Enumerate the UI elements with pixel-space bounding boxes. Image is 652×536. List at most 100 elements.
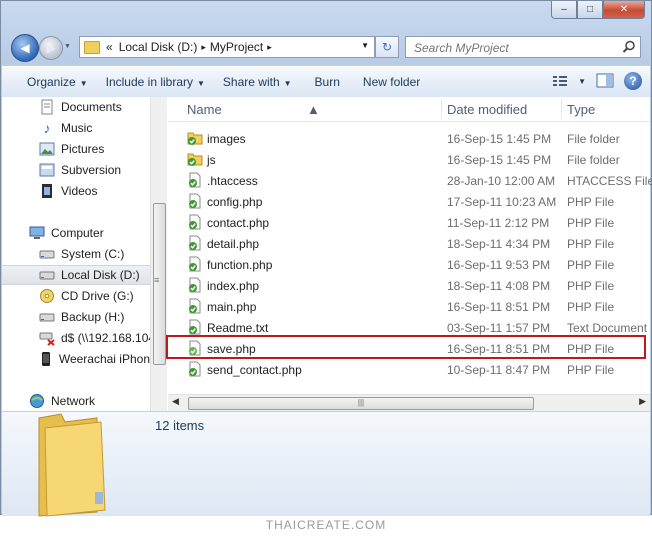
file-name[interactable]: index.php (207, 279, 259, 293)
network-drive-icon (39, 330, 55, 346)
minimize-button[interactable]: – (551, 1, 577, 19)
search-icon[interactable] (622, 40, 636, 57)
navigation-scrollbar[interactable]: ≡ (150, 97, 167, 411)
scroll-left-icon[interactable]: ◀ (172, 396, 179, 407)
file-name[interactable]: images (207, 132, 246, 146)
videos-icon (39, 183, 55, 199)
scrollbar-thumb[interactable]: ||| (188, 397, 534, 410)
file-svn-icon (187, 256, 203, 272)
search-input[interactable] (412, 38, 626, 58)
column-divider[interactable] (441, 99, 442, 119)
file-list: ▲ Name Date modified Type images 16-Sep-1… (166, 97, 652, 411)
drive-icon (39, 246, 55, 262)
scroll-right-icon[interactable]: ▶ (639, 396, 646, 407)
sidebar-item-documents[interactable]: Documents (2, 97, 150, 117)
sidebar-item-cd-drive-g[interactable]: CD Drive (G:) (2, 286, 150, 306)
scrollbar-grip-icon: ≡ (154, 275, 160, 285)
table-row[interactable]: images 16-Sep-15 1:45 PM File folder (168, 128, 650, 149)
highlight-box (166, 335, 646, 359)
sidebar-item-backup-h[interactable]: Backup (H:) (2, 307, 150, 327)
include-in-library-button[interactable]: Include in library ▼ (97, 75, 214, 89)
maximize-button[interactable]: □ (577, 1, 603, 19)
horizontal-scrollbar[interactable]: ◀ ||| ▶ (168, 394, 650, 411)
sidebar-item-videos[interactable]: Videos (2, 181, 150, 201)
sidebar-item-system-c[interactable]: System (C:) (2, 244, 150, 264)
file-date: 16-Sep-11 8:51 PM (447, 299, 551, 314)
table-row[interactable]: send_contact.php 10-Sep-11 8:47 PM PHP Fil… (168, 359, 650, 380)
column-divider[interactable] (561, 99, 562, 119)
table-row[interactable]: index.php 18-Sep-11 4:08 PM PHP File (168, 275, 650, 296)
file-name[interactable]: contact.php (207, 216, 269, 230)
file-name[interactable]: send_contact.php (207, 363, 302, 377)
address-separator[interactable]: ▸ (201, 42, 206, 53)
address-segment-drive[interactable]: Local Disk (D:) (119, 40, 198, 54)
address-separator[interactable]: ▸ (267, 42, 272, 53)
address-overflow[interactable]: « (106, 40, 113, 54)
file-name[interactable]: js (207, 153, 216, 167)
file-type: PHP File (567, 257, 615, 272)
file-name[interactable]: Readme.txt (207, 321, 268, 335)
sidebar-item-local-disk-d[interactable]: Local Disk (D:) (2, 265, 150, 285)
column-header-date[interactable]: Date modified (447, 102, 527, 117)
recent-pages-dropdown[interactable]: ▼ (64, 43, 71, 50)
file-date: 18-Sep-11 4:34 PM (447, 236, 551, 251)
file-date: 10-Sep-11 8:47 PM (447, 362, 551, 377)
sidebar-item-music[interactable]: ♪ Music (2, 118, 150, 138)
search-box[interactable] (405, 36, 641, 58)
file-name[interactable]: .htaccess (207, 174, 258, 188)
address-segment-folder[interactable]: MyProject (210, 40, 263, 54)
chevron-down-icon[interactable]: ▼ (361, 41, 369, 50)
sidebar-item-network-drive[interactable]: d$ (\\192.168.104 (2, 328, 150, 348)
share-with-button[interactable]: Share with ▼ (214, 75, 301, 89)
file-svn-icon (187, 193, 203, 209)
column-header-type[interactable]: Type (567, 102, 595, 117)
view-options-icon[interactable] (552, 74, 568, 88)
drive-icon (39, 309, 55, 325)
folder-svn-icon (187, 130, 203, 146)
table-row[interactable]: contact.php 11-Sep-11 2:12 PM PHP File (168, 212, 650, 233)
subversion-icon (39, 162, 55, 178)
sidebar-item-pictures[interactable]: Pictures (2, 139, 150, 159)
table-row[interactable]: .htaccess 28-Jan-10 12:00 AM HTACCESS File (168, 170, 652, 191)
file-svn-icon (187, 172, 203, 188)
table-row[interactable]: js 16-Sep-15 1:45 PM File folder (168, 149, 650, 170)
refresh-button[interactable]: ↻ (375, 36, 399, 58)
forward-button[interactable]: ▶ (39, 36, 63, 60)
table-row[interactable]: config.php 17-Sep-11 10:23 AM PHP File (168, 191, 650, 212)
share-with-label: Share with (222, 75, 280, 89)
details-pane: 12 items (2, 411, 650, 517)
chevron-down-icon[interactable]: ▼ (578, 77, 586, 86)
table-row[interactable]: detail.php 18-Sep-11 4:34 PM PHP File (168, 233, 650, 254)
file-svn-icon (187, 235, 203, 251)
file-type: File folder (567, 152, 620, 167)
file-name[interactable]: config.php (207, 195, 262, 209)
help-button[interactable]: ? (624, 72, 642, 90)
new-folder-button[interactable]: New folder (349, 75, 429, 89)
column-header-name[interactable]: Name (187, 102, 222, 117)
burn-button[interactable]: Burn (301, 75, 349, 89)
back-button[interactable]: ◀ (11, 34, 39, 62)
computer-icon (29, 225, 45, 241)
file-name[interactable]: detail.php (207, 237, 259, 251)
sidebar-item-subversion[interactable]: Subversion (2, 160, 150, 180)
sidebar-item-label: Subversion (61, 163, 122, 177)
address-bar[interactable]: « Local Disk (D:) ▸ MyProject ▸ ▼ (79, 36, 375, 58)
navigation-bar: ◀ ▶ ▼ « Local Disk (D:) ▸ MyProject ▸ ▼ … (9, 33, 643, 62)
sidebar-item-label: Videos (61, 184, 98, 198)
phone-icon (39, 351, 53, 367)
watermark: THAICREATE.COM (265, 518, 387, 532)
file-type: File folder (567, 131, 620, 146)
preview-pane-icon[interactable] (596, 73, 614, 89)
table-row[interactable]: main.php 16-Sep-11 8:51 PM PHP File (168, 296, 650, 317)
close-button[interactable]: ✕ (603, 1, 645, 19)
sidebar-item-network[interactable]: Network (2, 391, 150, 411)
table-row[interactable]: function.php 16-Sep-11 9:53 PM PHP File (168, 254, 650, 275)
file-svn-icon (187, 361, 203, 377)
sidebar-item-iphone[interactable]: Weerachai iPhon (2, 349, 150, 369)
file-name[interactable]: function.php (207, 258, 272, 272)
file-svn-icon (187, 214, 203, 230)
organize-button[interactable]: Organize ▼ (18, 75, 97, 89)
file-name[interactable]: main.php (207, 300, 256, 314)
sidebar-item-computer[interactable]: Computer (2, 223, 150, 243)
include-in-library-label: Include in library (105, 75, 193, 89)
